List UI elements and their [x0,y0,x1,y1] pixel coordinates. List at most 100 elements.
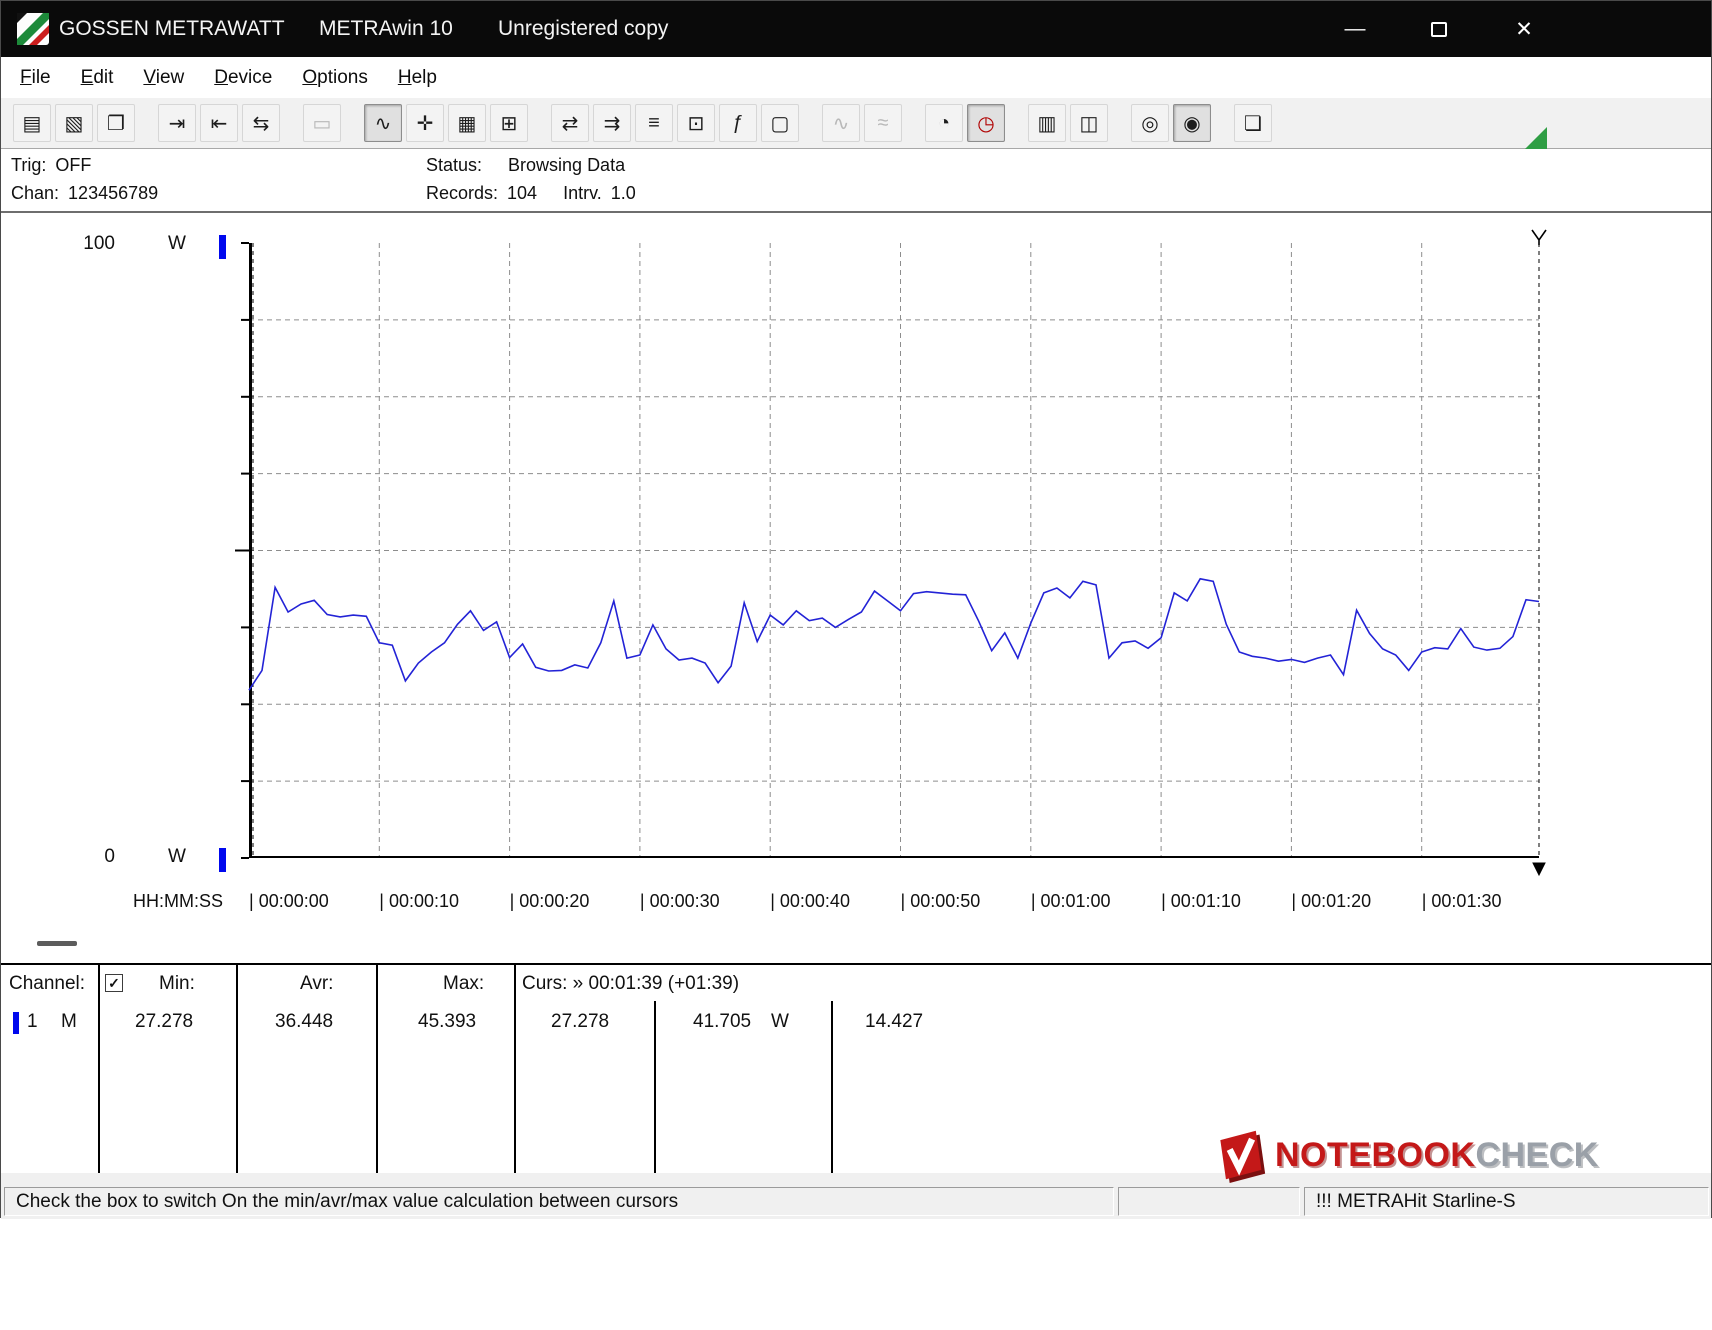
table-view-button[interactable]: ▦ [448,104,486,142]
records-status: Records:104Intrv.1.0 [426,183,636,204]
print-preview-button[interactable]: ◫ [1070,104,1108,142]
waveform-a-icon: ∿ [833,111,850,136]
maximize-icon [1431,22,1447,37]
value-max: 45.393 [418,1011,476,1033]
line-chart-view-button[interactable]: ∿ [364,104,402,142]
channel-status: Chan:123456789 [11,183,158,204]
maximize-button[interactable] [1413,9,1465,49]
table-view-icon: ▦ [458,111,477,136]
window-app-title: METRAwin 10 [319,1,453,57]
notebookcheck-logo-icon [1211,1127,1267,1183]
x-tick-00:00:20: |00:00:20 [510,891,590,912]
statusbar-spacer [1118,1187,1300,1216]
table-divider [236,965,238,1173]
bar-graph-view-button[interactable]: ⊞ [490,104,528,142]
x-tick-00:01:30: |00:01:30 [1422,891,1502,912]
open-file-icon: ❐ [107,111,125,136]
zoom-pointer-button[interactable]: ◉ [1173,104,1211,142]
keyboard-entry-button: ▭ [303,104,341,142]
channel-setup-icon: ≡ [648,112,660,135]
minmax-checkbox[interactable]: ✓ [105,974,123,992]
crosshair-cursor-button[interactable]: ✛ [406,104,444,142]
statusbar-hint: Check the box to switch On the min/avr/m… [4,1187,1114,1216]
zoom-x-button[interactable]: ◎ [1131,104,1169,142]
print-button[interactable]: ▥ [1028,104,1066,142]
merge-files-button[interactable]: ⇆ [242,104,280,142]
minimize-button[interactable]: — [1329,9,1381,49]
import-data-button[interactable]: ⇤ [200,104,238,142]
merge-files-icon: ⇆ [253,111,270,136]
window-brand-title: GOSSEN METRAWATT [59,1,285,57]
timer-record-button[interactable]: ◷ [967,104,1005,142]
window-license-label: Unregistered copy [498,1,668,57]
header-min: Min: [159,973,195,995]
menu-item-help[interactable]: Help [383,61,452,95]
channel-color-marker-bottom [219,848,226,872]
value-cursor2-unit: W [771,1011,789,1033]
y-axis-min-label: 0 [71,846,115,868]
x-tick-00:01:00: |00:01:00 [1031,891,1111,912]
power-chart[interactable] [249,243,1539,858]
x-tick-00:00:50: |00:00:50 [901,891,981,912]
trigger-status: Trig:OFF [11,155,91,176]
menu-item-file[interactable]: File [5,61,66,95]
app-window: GOSSEN METRAWATT METRAwin 10 Unregistere… [0,0,1712,1218]
device-read-button[interactable]: ⇄ [551,104,589,142]
menu-item-view[interactable]: View [128,61,199,95]
browse-status: Status:Browsing Data [426,155,625,176]
x-tick-00:00:30: |00:00:30 [640,891,720,912]
waveform-b-icon: ≈ [878,112,889,135]
menu-item-options[interactable]: Options [287,61,382,95]
open-file-button[interactable]: ❐ [97,104,135,142]
x-tick-00:00:10: |00:00:10 [379,891,459,912]
channel-setup-button[interactable]: ≡ [635,104,673,142]
print-icon: ▥ [1038,111,1057,136]
menu-item-edit[interactable]: Edit [66,61,129,95]
timer-record-icon: ◷ [977,111,994,136]
waveform-b-button: ≈ [864,104,902,142]
time-sync-button[interactable]: ◔ [925,104,963,142]
display-config-button[interactable]: ▢ [761,104,799,142]
header-avr: Avr: [300,973,333,995]
export-data-button[interactable]: ⇥ [158,104,196,142]
x-tick-row: |00:00:00|00:00:10|00:00:20|00:00:30|00:… [1,891,1711,919]
value-cursor2: 41.705 [693,1011,751,1033]
formula-icon: ƒ [732,112,743,135]
cursor2-top-handle [1532,230,1546,245]
device-write-button[interactable]: ⇉ [593,104,631,142]
save-file-button[interactable]: ▤ [13,104,51,142]
cursor2-bottom-handle [1533,863,1545,875]
zoom-x-icon: ◎ [1141,111,1158,136]
close-button[interactable]: ✕ [1498,9,1550,49]
waveform-a-button: ∿ [822,104,860,142]
cursor-lines[interactable] [253,230,1546,875]
title-bar: GOSSEN METRAWATT METRAwin 10 Unregistere… [1,1,1711,57]
print-preview-icon: ◫ [1080,111,1099,136]
save-copy-button[interactable]: ▧ [55,104,93,142]
channel-mode: M [61,1011,77,1033]
import-data-icon: ⇤ [211,111,228,136]
header-cursor: Curs: » 00:01:39 (+01:39) [522,973,739,995]
save-file-icon: ▤ [23,111,42,136]
menu-bar: FileEditViewDeviceOptionsHelp [1,57,1711,98]
menu-item-device[interactable]: Device [199,61,287,95]
x-tick-00:00:40: |00:00:40 [770,891,850,912]
gmc-logo-icon [17,13,49,45]
h-scrollbar-thumb[interactable] [37,941,77,946]
minimize-icon: — [1345,17,1366,41]
value-min: 27.278 [135,1011,193,1033]
monitor-display-button[interactable]: ⊡ [677,104,715,142]
display-config-icon: ▢ [771,111,790,136]
export-data-icon: ⇥ [169,111,186,136]
table-divider [654,1001,656,1173]
time-sync-icon: ◔ [938,112,950,135]
header-max: Max: [443,973,484,995]
table-divider [514,965,516,1173]
info-strip: Trig:OFF Chan:123456789 Status:Browsing … [1,149,1711,211]
channel-color-marker [13,1012,19,1034]
close-icon: ✕ [1515,17,1533,42]
formula-button[interactable]: ƒ [719,104,757,142]
watermark-check-text: CHECK [1475,1136,1598,1175]
value-delta: 14.427 [865,1011,923,1033]
annotation-button[interactable]: ❏ [1234,104,1272,142]
